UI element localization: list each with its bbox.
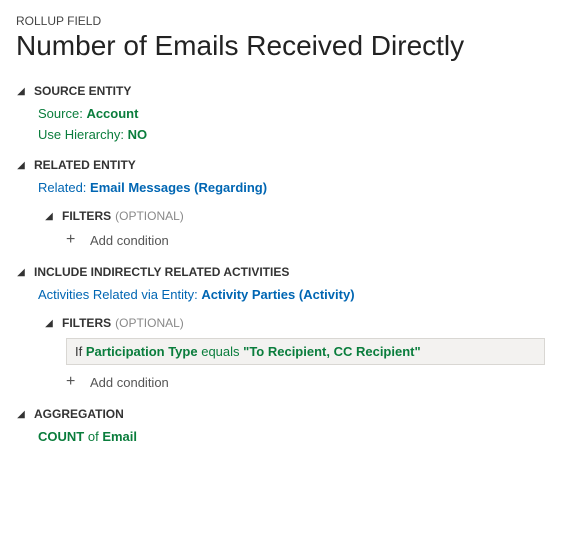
indirect-related-value: Activity Parties	[201, 287, 295, 302]
indirect-title: INCLUDE INDIRECTLY RELATED ACTIVITIES	[34, 265, 289, 279]
caret-down-icon: ◢	[16, 267, 26, 278]
indirect-related-row[interactable]: Activities Related via Entity: Activity …	[38, 287, 545, 302]
related-entity-section: ◢ RELATED ENTITY Related: Email Messages…	[16, 158, 545, 249]
indirect-filters-title: FILTERS	[62, 316, 111, 330]
indirect-section: ◢ INCLUDE INDIRECTLY RELATED ACTIVITIES …	[16, 265, 545, 391]
related-label: Related:	[38, 180, 86, 195]
source-entity-title: SOURCE ENTITY	[34, 84, 131, 98]
related-filters-title: FILTERS	[62, 209, 111, 223]
filter-operator: equals	[201, 344, 239, 359]
filter-value: "To Recipient, CC Recipient"	[243, 344, 421, 359]
indirect-related-paren: (Activity)	[299, 287, 355, 302]
source-entity-header[interactable]: ◢ SOURCE ENTITY	[16, 84, 545, 98]
related-entity-header[interactable]: ◢ RELATED ENTITY	[16, 158, 545, 172]
source-entity-section: ◢ SOURCE ENTITY Source: Account Use Hier…	[16, 84, 545, 142]
caret-down-icon: ◢	[44, 318, 54, 329]
related-filters-section: ◢ FILTERS (OPTIONAL) + Add condition	[44, 209, 545, 249]
indirect-filters-header[interactable]: ◢ FILTERS (OPTIONAL)	[44, 316, 545, 330]
related-value: Email Messages	[90, 180, 190, 195]
hierarchy-row[interactable]: Use Hierarchy: NO	[38, 127, 545, 142]
related-paren: (Regarding)	[194, 180, 267, 195]
caret-down-icon: ◢	[16, 409, 26, 420]
indirect-add-condition[interactable]: + Add condition	[66, 373, 545, 391]
indirect-filters-section: ◢ FILTERS (OPTIONAL) If Participation Ty…	[44, 316, 545, 391]
aggregation-row[interactable]: COUNT of Email	[38, 429, 545, 444]
caret-down-icon: ◢	[16, 160, 26, 171]
aggregation-title: AGGREGATION	[34, 407, 124, 421]
indirect-related-paren-value: Activity	[303, 287, 350, 302]
related-filters-optional: (OPTIONAL)	[115, 209, 184, 223]
filter-if: If	[75, 344, 82, 359]
aggregation-func: COUNT	[38, 429, 84, 444]
related-add-condition[interactable]: + Add condition	[66, 231, 545, 249]
caret-down-icon: ◢	[16, 86, 26, 97]
aggregation-of: of	[88, 429, 99, 444]
indirect-header[interactable]: ◢ INCLUDE INDIRECTLY RELATED ACTIVITIES	[16, 265, 545, 279]
related-row[interactable]: Related: Email Messages (Regarding)	[38, 180, 545, 195]
related-paren-value: Regarding	[198, 180, 262, 195]
filter-field: Participation Type	[86, 344, 198, 359]
source-value: Account	[86, 106, 138, 121]
filter-condition-row[interactable]: If Participation Type equals "To Recipie…	[66, 338, 545, 365]
related-filters-header[interactable]: ◢ FILTERS (OPTIONAL)	[44, 209, 545, 223]
hierarchy-value: NO	[128, 127, 148, 142]
plus-icon: +	[66, 373, 90, 391]
source-label: Source:	[38, 106, 83, 121]
source-row[interactable]: Source: Account	[38, 106, 545, 121]
caret-down-icon: ◢	[44, 211, 54, 222]
page-title: Number of Emails Received Directly	[16, 30, 545, 62]
aggregation-field: Email	[102, 429, 137, 444]
related-entity-title: RELATED ENTITY	[34, 158, 136, 172]
add-condition-label: Add condition	[90, 233, 169, 248]
indirect-related-label: Activities Related via Entity:	[38, 287, 198, 302]
plus-icon: +	[66, 231, 90, 249]
aggregation-header[interactable]: ◢ AGGREGATION	[16, 407, 545, 421]
aggregation-section: ◢ AGGREGATION COUNT of Email	[16, 407, 545, 444]
indirect-filters-optional: (OPTIONAL)	[115, 316, 184, 330]
header-label: ROLLUP FIELD	[16, 14, 545, 28]
add-condition-label: Add condition	[90, 375, 169, 390]
hierarchy-label: Use Hierarchy:	[38, 127, 124, 142]
